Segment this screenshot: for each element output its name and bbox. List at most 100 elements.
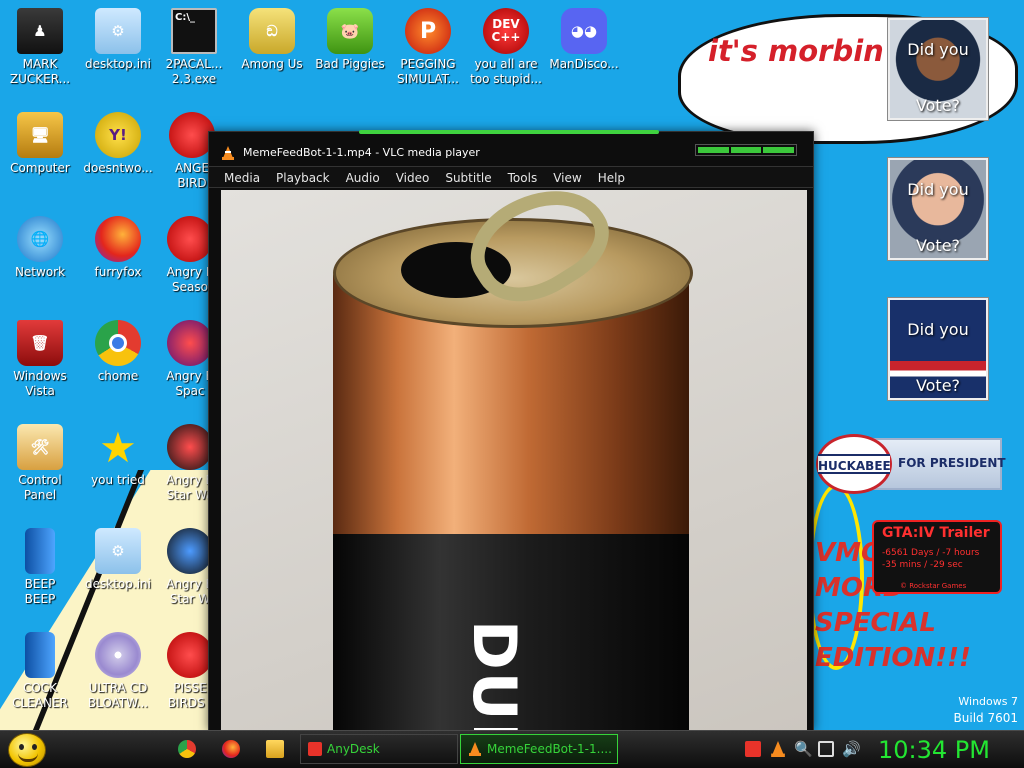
- icon-label: Control Panel: [18, 473, 62, 502]
- desktop-icon-among-us[interactable]: ඞ Among Us: [232, 8, 312, 72]
- icon-label: you tried: [91, 473, 145, 487]
- book-icon: [25, 632, 55, 678]
- mccain-vote-widget[interactable]: Did you Vote?: [888, 158, 988, 260]
- windows-version: Windows 7 Build 7601: [954, 693, 1018, 727]
- angry-bird-icon: [167, 528, 213, 574]
- icon-label: doesntwo...: [83, 161, 153, 175]
- icon-label: Windows Vista: [13, 369, 67, 398]
- gta-title: GTA:IV Trailer: [882, 525, 990, 541]
- desktop-icon-2pacalypse[interactable]: C:\_ 2PACAL... 2.3.exe: [154, 8, 234, 87]
- obama-vote-widget[interactable]: Did you Vote?: [888, 18, 988, 120]
- folder-quicklaunch-icon[interactable]: [266, 740, 284, 758]
- battery-brand-text: DUR: [459, 620, 529, 730]
- desktop-icon-pegging-simulator[interactable]: P PEGGING SIMULAT...: [388, 8, 468, 87]
- desktop-icon-bad-piggies[interactable]: 🐷 Bad Piggies: [310, 8, 390, 72]
- vlc-window-title: MemeFeedBot-1-1.mp4 - VLC media player: [243, 146, 480, 159]
- desktop-icon-desktop-ini-2[interactable]: ⚙ desktop.ini: [78, 528, 158, 592]
- icon-label: COCK CLEANER: [12, 681, 68, 710]
- vote-widget-line1: Did you: [907, 320, 969, 339]
- desktop-icon-cock-cleaner[interactable]: COCK CLEANER: [0, 632, 80, 711]
- desktop-icon-ultra-cd[interactable]: ULTRA CD BLOATW...: [78, 632, 158, 711]
- angry-bird-icon: [167, 320, 213, 366]
- desktop-icon-you-tried[interactable]: ★ you tried: [78, 422, 158, 488]
- campaign-vote-widget[interactable]: Did you Vote?: [888, 298, 988, 400]
- menu-audio[interactable]: Audio: [338, 168, 388, 188]
- menu-help[interactable]: Help: [590, 168, 633, 188]
- vlc-tray-icon[interactable]: [770, 741, 786, 757]
- menu-video[interactable]: Video: [388, 168, 438, 188]
- terminal-icon: C:\_: [171, 8, 217, 54]
- smiley-mouth: [18, 753, 38, 762]
- network-globe-icon: 🌐: [17, 216, 63, 262]
- vlc-cone-icon: [222, 146, 234, 160]
- vlc-window[interactable]: MemeFeedBot-1-1.mp4 - VLC media player M…: [208, 130, 814, 731]
- smiley-eyes: [19, 744, 37, 750]
- menu-tools[interactable]: Tools: [500, 168, 546, 188]
- firefox-icon: [95, 216, 141, 262]
- vlc-volume-meter[interactable]: [695, 144, 797, 156]
- vlc-titlebar[interactable]: MemeFeedBot-1-1.mp4 - VLC media player: [209, 140, 813, 166]
- menu-playback[interactable]: Playback: [268, 168, 338, 188]
- windows-label: Windows 7: [958, 695, 1018, 708]
- taskbar-button-anydesk[interactable]: AnyDesk: [300, 734, 458, 764]
- start-button[interactable]: [8, 733, 46, 767]
- dev-cpp-icon: DEV C++: [483, 8, 529, 54]
- desktop-icon-windows-vista[interactable]: 🗑 Windows Vista: [0, 320, 80, 399]
- desktop-icon-you-all-are-too-stupid[interactable]: DEV C++ you all are too stupid...: [466, 8, 546, 87]
- peggle-icon: P: [405, 8, 451, 54]
- gta-credit: © Rockstar Games: [900, 582, 967, 590]
- icon-label: ManDisco...: [549, 57, 619, 71]
- vlc-menubar: Media Playback Audio Video Subtitle Tools View…: [209, 166, 813, 188]
- search-tray-icon[interactable]: 🔍: [794, 741, 813, 757]
- vote-widget-line1: Did you: [907, 180, 969, 199]
- menu-subtitle[interactable]: Subtitle: [437, 168, 499, 188]
- anydesk-tray-icon[interactable]: [745, 741, 761, 757]
- gold-star-icon: ★: [99, 422, 137, 472]
- icon-label: Among Us: [241, 57, 303, 71]
- desktop-icon-chome[interactable]: chome: [78, 320, 158, 384]
- desktop-icon-beep-beep[interactable]: BEEP BEEP: [0, 528, 80, 607]
- cd-disc-icon: [95, 632, 141, 678]
- desktop-icon-desktop-ini[interactable]: ⚙ desktop.ini: [78, 8, 158, 72]
- desktop-icon-computer[interactable]: 🖥 Computer: [0, 112, 80, 176]
- icon-label: chome: [97, 369, 139, 383]
- taskbar-button-vlc[interactable]: MemeFeedBot-1-1....: [460, 734, 618, 764]
- vlc-video-area[interactable]: DUR: [221, 190, 807, 730]
- morbius-line: EDITION!!!: [815, 643, 971, 673]
- gta-countdown-days: -6561 Days / -7 hours: [882, 548, 980, 558]
- chrome-quicklaunch-icon[interactable]: [178, 740, 196, 758]
- yahoo-messenger-icon: Y!: [95, 112, 141, 158]
- huckabee-widget[interactable]: HUCKABEE FOR PRESIDENT: [816, 434, 1006, 494]
- desktop-icon-control-panel[interactable]: 🛠 Control Panel: [0, 424, 80, 503]
- taskbar-button-label: MemeFeedBot-1-1....: [487, 742, 612, 756]
- desktop-icon-mandisco[interactable]: ◕◕ ManDisco...: [544, 8, 624, 72]
- vote-widget-line2: Vote?: [915, 376, 961, 395]
- taskbar-clock[interactable]: 10:34 PM: [878, 734, 990, 766]
- huckabee-name: HUCKABEE: [818, 454, 891, 474]
- gta-countdown-widget[interactable]: GTA:IV Trailer -6561 Days / -7 hours -35…: [872, 520, 1002, 594]
- desktop-icon-doesntwork[interactable]: Y! doesntwo...: [78, 112, 158, 176]
- icon-label: MARK ZUCKER...: [9, 57, 71, 86]
- desktop-icon-mark-zuckerberg[interactable]: ♟ MARK ZUCKER...: [0, 8, 80, 87]
- control-panel-icon: 🛠: [17, 424, 63, 470]
- chrome-icon: [95, 320, 141, 366]
- vote-widget-line2: Vote?: [915, 96, 961, 115]
- firefox-quicklaunch-icon[interactable]: [222, 740, 240, 758]
- vlc-top-glow: [359, 130, 659, 134]
- volume-tray-icon[interactable]: 🔊: [842, 741, 861, 757]
- menu-view[interactable]: View: [545, 168, 589, 188]
- angry-bird-icon: [167, 632, 213, 678]
- anydesk-icon: [308, 742, 322, 756]
- speech-bubble-text: it's morbin t: [708, 34, 908, 68]
- desktop-icon-network[interactable]: 🌐 Network: [0, 216, 80, 280]
- icon-label: 2PACAL... 2.3.exe: [165, 57, 223, 86]
- desktop-icon-furryfox[interactable]: furryfox: [78, 216, 158, 280]
- pig-icon: 🐷: [327, 8, 373, 54]
- vlc-cone-icon: [469, 742, 481, 756]
- icon-label: furryfox: [94, 265, 142, 279]
- icon-label: Bad Piggies: [315, 57, 385, 71]
- settings-file-icon: ⚙: [95, 528, 141, 574]
- menu-media[interactable]: Media: [209, 168, 268, 188]
- angry-bird-icon: [167, 424, 213, 470]
- network-tray-icon[interactable]: [818, 741, 834, 757]
